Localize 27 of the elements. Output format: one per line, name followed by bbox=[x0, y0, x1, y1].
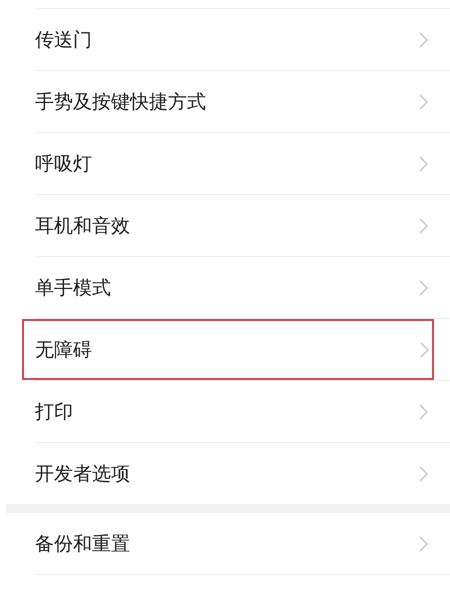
chevron-icon bbox=[419, 32, 428, 48]
settings-item[interactable]: 单手模式 bbox=[35, 257, 450, 318]
settings-item[interactable]: 无障碍 bbox=[22, 319, 434, 380]
item-label: 打印 bbox=[35, 400, 73, 424]
settings-item[interactable]: 打印 bbox=[35, 381, 450, 442]
chevron-icon bbox=[419, 218, 428, 234]
item-label: 无障碍 bbox=[35, 338, 92, 362]
item-label: 呼吸灯 bbox=[35, 152, 92, 176]
settings-item[interactable]: 耳机和音效 bbox=[35, 195, 450, 256]
chevron-icon bbox=[419, 536, 428, 552]
chevron-icon bbox=[419, 156, 428, 172]
item-label: 开发者选项 bbox=[35, 462, 130, 486]
settings-item[interactable]: 呼吸灯 bbox=[35, 133, 450, 194]
item-label: 耳机和音效 bbox=[35, 214, 130, 238]
item-label: 传送门 bbox=[35, 28, 92, 52]
settings-item[interactable]: 手势及按键快捷方式 bbox=[35, 71, 450, 132]
settings-item[interactable]: 开发者选项 bbox=[35, 443, 450, 504]
chevron-icon bbox=[419, 404, 428, 420]
settings-item[interactable]: 备份和重置 bbox=[35, 513, 450, 574]
chevron-icon bbox=[419, 280, 428, 296]
item-label: 单手模式 bbox=[35, 276, 111, 300]
settings-item[interactable]: 传送门 bbox=[35, 9, 450, 70]
chevron-icon bbox=[419, 94, 428, 110]
chevron-icon bbox=[419, 466, 428, 482]
item-label: 手势及按键快捷方式 bbox=[35, 90, 206, 114]
chevron-icon bbox=[420, 342, 429, 358]
item-label: 备份和重置 bbox=[35, 532, 130, 556]
